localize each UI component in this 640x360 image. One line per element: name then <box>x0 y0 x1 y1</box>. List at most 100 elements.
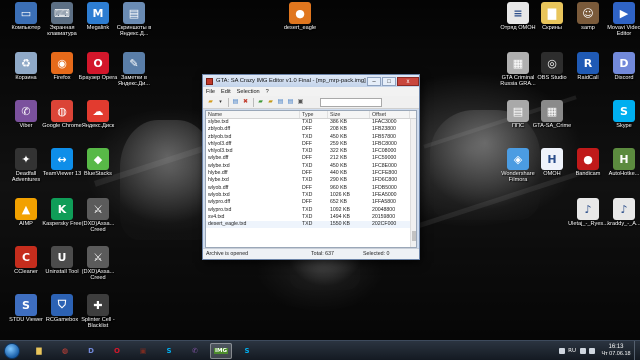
cell-offset: 1FC8E000 <box>372 162 397 169</box>
tray-arrow-icon[interactable] <box>559 348 566 354</box>
status-bar: Archive is opened Total: 637 Selected: 0 <box>203 248 419 259</box>
replace-file-icon[interactable]: ✖ <box>241 98 250 107</box>
cell-type: TXD <box>302 213 313 220</box>
table-row[interactable]: wlybe.dff DFF 212 KB 1FC59000 <box>206 155 416 162</box>
cell-type: TXD <box>302 221 313 228</box>
menu-bar: File Edit Selection ? <box>203 87 419 96</box>
cell-name: zblyob.dff <box>208 126 231 133</box>
network-icon[interactable] <box>580 348 586 354</box>
system-tray: RU 16:13 Чт 07.06.18 <box>559 341 640 360</box>
menu-edit[interactable]: Edit <box>221 89 231 95</box>
desktop-icon[interactable]: ● desert_eagle <box>278 2 322 31</box>
cell-name: sv4.txd <box>208 213 225 220</box>
taskbar-app-red[interactable]: ▣ <box>132 343 154 359</box>
table-row[interactable]: zblyob.dff DFF 208 KB 1FB23800 <box>206 126 416 133</box>
desktop-icon[interactable]: ▶ Movavi Video Editor <box>602 2 640 38</box>
table-row[interactable]: slybe.txd TXD 386 KB 1FAC3000 <box>206 119 416 126</box>
table-row[interactable]: vhlyol3.txd TXD 322 KB 1FC08000 <box>206 148 416 155</box>
desktop-icon[interactable]: ✎ Заметки в Яндекс.Ди... <box>112 52 156 88</box>
table-row[interactable]: hlybe.txd TXD 290 KB 1FD6C800 <box>206 177 416 184</box>
cell-size: 212 KB <box>330 155 348 162</box>
mp3-file-icon: ♪ <box>577 198 599 220</box>
maximize-button[interactable]: □ <box>382 76 396 86</box>
find-icon[interactable]: ▤ <box>286 98 295 107</box>
show-desktop-button[interactable] <box>634 341 640 360</box>
desktop-icon-label: Скриншоты в Яндекс.Д... <box>116 25 152 38</box>
ccleaner-icon: C <box>15 246 37 268</box>
column-header-type[interactable]: Type <box>300 111 328 118</box>
recycle-bin-icon: ♻ <box>15 52 37 74</box>
taskbar-chrome[interactable]: ◍ <box>54 343 76 359</box>
cell-name: vhlyol3.dff <box>208 140 232 147</box>
column-header-name[interactable]: Name <box>206 111 300 118</box>
taskbar-discord[interactable]: D <box>80 343 102 359</box>
toolbar: ▰ ▾ ▤ ✖ ▰ ▰ ▤ ▤ ▣ <box>203 96 419 109</box>
start-button[interactable] <box>4 343 20 359</box>
open-folder-icon[interactable]: ▰ <box>206 98 215 107</box>
cell-size: 450 KB <box>330 162 348 169</box>
table-row[interactable]: wlybe.txd TXD 450 KB 1FC8E000 <box>206 163 416 170</box>
table-row[interactable]: hlybe.dff DFF 440 KB 1FCFE800 <box>206 170 416 177</box>
wallpaper-figure-left <box>120 120 215 240</box>
clock-date: Чт 07.06.18 <box>601 351 631 357</box>
cell-size: 208 KB <box>330 126 348 133</box>
cell-type: TXD <box>302 162 313 169</box>
table-row[interactable]: desert_eagle.txd TXD 1550 KB 202CF000 <box>206 221 416 229</box>
scrollbar-thumb[interactable] <box>412 231 416 241</box>
cell-type: DFF <box>302 199 313 206</box>
taskbar-explorer[interactable]: ▇ <box>28 343 50 359</box>
language-indicator[interactable]: RU <box>568 348 576 354</box>
file-list[interactable]: Name Type Size Offset slybe.txd TXD 386 KB… <box>205 110 417 248</box>
close-button[interactable]: x <box>397 76 419 86</box>
table-row[interactable]: wlyob.dff DFF 960 KB 1FDB5000 <box>206 185 416 192</box>
desktop-icon[interactable]: ⚔ (DXD)Assa... Creed <box>76 246 120 282</box>
img-editor-window[interactable]: GTA: SA Crazy IMG Editor v1.0 Final - [m… <box>202 74 420 260</box>
cell-size: 290 KB <box>330 177 348 184</box>
properties-icon[interactable]: ▣ <box>296 98 305 107</box>
chrome-icon: ◍ <box>61 347 69 355</box>
extract-icon[interactable]: ▰ <box>256 98 265 107</box>
desktop-icon[interactable]: S Skype <box>602 100 640 129</box>
taskbar-img-editor[interactable]: IMG <box>210 343 232 359</box>
table-row[interactable]: sv4.txd TXD 1494 KB 20159800 <box>206 214 416 221</box>
clock[interactable]: 16:13 Чт 07.06.18 <box>598 344 634 358</box>
cell-offset: 202CF000 <box>372 221 397 228</box>
cell-size: 450 KB <box>330 133 348 140</box>
table-row[interactable]: wlyob.txd TXD 1026 KB 1FEA5000 <box>206 192 416 199</box>
taskbar-skype-2[interactable]: S <box>236 343 258 359</box>
column-header-size[interactable]: Size <box>328 111 370 118</box>
search-input[interactable] <box>320 97 382 107</box>
taskbar-viber[interactable]: ✆ <box>184 343 206 359</box>
cell-offset: 1FDB5000 <box>372 184 397 191</box>
minimize-button[interactable]: – <box>367 76 381 86</box>
desktop-icon[interactable]: ☁ Яндекс.Диск <box>76 100 120 129</box>
computer-icon: ▭ <box>15 2 37 24</box>
desktop-icon-label: (DXD)Assa... Creed <box>81 221 115 234</box>
menu-file[interactable]: File <box>206 89 215 95</box>
dropdown-arrow-icon[interactable]: ▾ <box>216 98 225 107</box>
taskbar-opera[interactable]: O <box>106 343 128 359</box>
menu-help[interactable]: ? <box>266 89 269 95</box>
desktop-icon[interactable]: ▦ GTA-SA_Crime <box>530 100 574 129</box>
menu-selection[interactable]: Selection <box>237 89 260 95</box>
desktop-icon[interactable]: H AutoHotke... <box>602 148 640 177</box>
desktop-icon[interactable]: ♪ kraddy_-_A... <box>602 198 640 227</box>
vertical-scrollbar[interactable] <box>410 119 416 247</box>
taskbar-skype[interactable]: S <box>158 343 180 359</box>
table-row[interactable]: wlypro.dff DFF 652 KB 1FFA5800 <box>206 199 416 206</box>
desktop-icon[interactable]: ⚔ (DXD)Assa... Creed <box>76 198 120 234</box>
volume-icon[interactable] <box>589 348 595 354</box>
table-row[interactable]: wlypro.txd TXD 1092 KB 20048800 <box>206 207 416 214</box>
rebuild-icon[interactable]: ▤ <box>276 98 285 107</box>
desktop-icon[interactable]: D Discord <box>602 52 640 81</box>
desktop-icon[interactable]: ✚ Splinter Cell - Blacklist <box>76 294 120 330</box>
window-titlebar[interactable]: GTA: SA Crazy IMG Editor v1.0 Final - [m… <box>203 75 419 87</box>
cell-offset: 1FCFE800 <box>372 170 398 177</box>
add-file-icon[interactable]: ▤ <box>231 98 240 107</box>
desktop-icon[interactable]: ▤ Скриншоты в Яндекс.Д... <box>112 2 156 38</box>
desktop-icon[interactable]: ◆ BlueStacks <box>76 148 120 177</box>
column-header-offset[interactable]: Offset <box>370 111 410 118</box>
table-row[interactable]: zblyob.txd TXD 450 KB 1FB57800 <box>206 134 416 141</box>
delete-icon[interactable]: ▰ <box>266 98 275 107</box>
table-row[interactable]: vhlyol3.dff DFF 259 KB 1FBC8000 <box>206 141 416 148</box>
